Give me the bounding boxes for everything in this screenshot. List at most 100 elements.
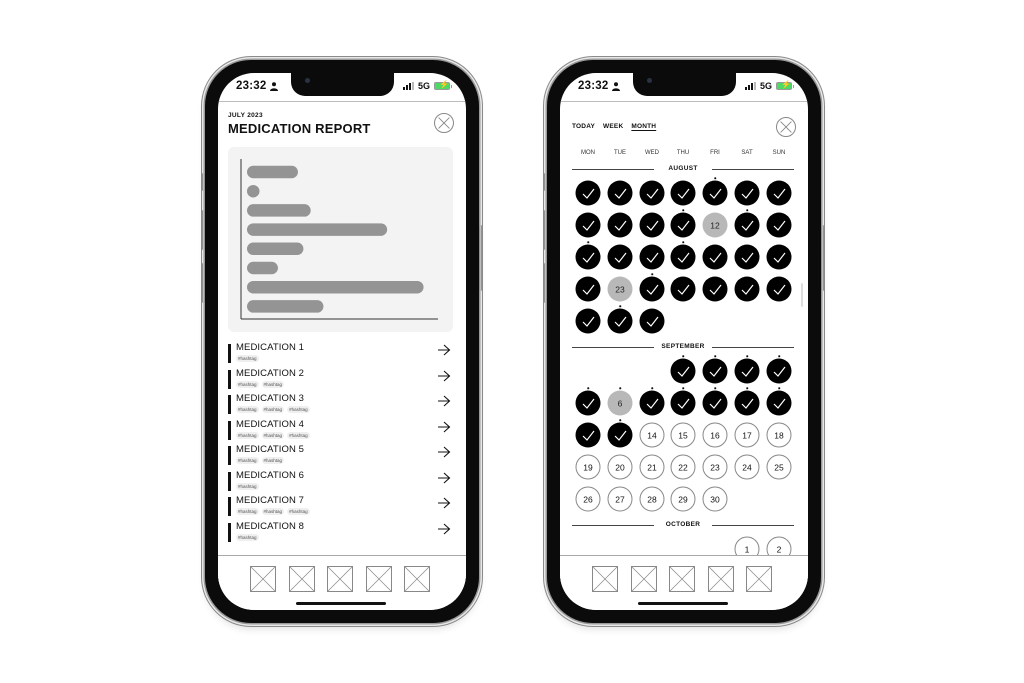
hashtag-chip[interactable]: #hashtag [261, 457, 285, 464]
tab-today[interactable]: TODAY [572, 123, 595, 130]
hashtag-chip[interactable]: #hashtag [236, 380, 259, 388]
calendar-day-done[interactable] [702, 244, 728, 270]
list-item[interactable]: MEDICATION 8 #hashtag [228, 520, 453, 546]
calendar-day-done[interactable] [734, 180, 760, 206]
calendar-day-done[interactable] [702, 358, 728, 384]
calendar-day-done[interactable] [607, 212, 633, 238]
tab-bar-item[interactable] [327, 566, 353, 592]
calendar-day-future[interactable]: 23 [702, 454, 728, 480]
calendar-day-future[interactable]: 28 [639, 486, 665, 512]
calendar-day-done[interactable] [734, 244, 760, 270]
scrollbar[interactable] [801, 283, 803, 307]
arrow-right-icon[interactable] [437, 421, 451, 433]
calendar-day-done[interactable] [734, 212, 760, 238]
hashtag-chip[interactable]: #hashtag [261, 431, 285, 439]
list-item[interactable]: MEDICATION 1 #hashtag [228, 341, 453, 367]
calendar-day-future[interactable]: 30 [702, 486, 728, 512]
tab-bar-item[interactable] [630, 566, 657, 592]
arrow-right-icon[interactable] [437, 395, 451, 407]
calendar-day-done[interactable] [575, 276, 601, 302]
calendar-day-done[interactable] [702, 276, 728, 302]
tab-bar-item[interactable] [746, 566, 772, 592]
list-item[interactable]: MEDICATION 2 #hashtag #hashtag [228, 367, 453, 393]
hashtag-chip[interactable]: #hashtag [287, 431, 310, 439]
calendar-day-future[interactable]: 14 [639, 422, 665, 448]
hashtag-chip[interactable]: #hashtag [261, 406, 285, 413]
close-button[interactable] [776, 117, 796, 137]
arrow-right-icon[interactable] [437, 523, 451, 535]
calendar-day-done[interactable] [639, 390, 665, 416]
tab-bar-item[interactable] [707, 566, 734, 592]
list-item[interactable]: MEDICATION 6 #hashtag [228, 469, 453, 495]
calendar-day-done[interactable] [734, 390, 760, 416]
hashtag-chip[interactable]: #hashtag [236, 355, 259, 362]
hashtag-chip[interactable]: #hashtag [236, 482, 259, 490]
calendar-day-done[interactable] [607, 244, 633, 270]
hashtag-chip[interactable]: #hashtag [236, 406, 259, 413]
calendar-day-future[interactable]: 16 [702, 422, 728, 448]
calendar-day-done[interactable] [670, 358, 696, 384]
home-indicator[interactable] [638, 602, 728, 605]
calendar-day-done[interactable] [575, 390, 601, 416]
list-item[interactable]: MEDICATION 3 #hashtag #hashtag #hashtag [228, 392, 453, 418]
calendar-day-done[interactable] [670, 276, 696, 302]
calendar-day-done[interactable] [734, 358, 760, 384]
calendar-day-done[interactable] [607, 422, 633, 448]
hashtag-chip[interactable]: #hashtag [287, 508, 310, 515]
tab-bar-item[interactable] [669, 566, 695, 592]
calendar-day-done[interactable] [575, 422, 601, 448]
hashtag-chip[interactable]: #hashtag [236, 508, 259, 515]
calendar-day-future[interactable]: 21 [639, 454, 665, 480]
calendar-day-missed[interactable]: 23 [607, 276, 633, 302]
calendar-day-future[interactable]: 29 [670, 486, 696, 512]
calendar-day-done[interactable] [670, 212, 696, 238]
tab-bar-item[interactable] [592, 566, 618, 592]
calendar-day-future[interactable]: 15 [670, 422, 696, 448]
list-item[interactable]: MEDICATION 7 #hashtag #hashtag #hashtag [228, 494, 453, 520]
calendar-day-future[interactable]: 24 [734, 454, 760, 480]
list-item[interactable]: MEDICATION 4 #hashtag #hashtag #hashtag [228, 418, 453, 444]
calendar-day-missed[interactable]: 12 [702, 212, 728, 238]
home-indicator[interactable] [296, 602, 386, 605]
calendar-day-done[interactable] [575, 308, 601, 334]
close-button[interactable] [434, 113, 454, 133]
calendar-day-done[interactable] [766, 180, 792, 206]
tab-bar-item[interactable] [288, 566, 315, 592]
calendar-day-future[interactable]: 22 [670, 454, 696, 480]
arrow-right-icon[interactable] [437, 472, 451, 484]
calendar-day-done[interactable] [670, 390, 696, 416]
arrow-right-icon[interactable] [437, 446, 451, 458]
calendar-day-done[interactable] [766, 276, 792, 302]
calendar-day-future[interactable]: 19 [575, 454, 601, 480]
arrow-right-icon[interactable] [437, 344, 451, 356]
calendar-day-done[interactable] [639, 212, 665, 238]
calendar-day-done[interactable] [766, 390, 792, 416]
calendar-day-missed[interactable]: 6 [607, 390, 633, 416]
tab-bar-item[interactable] [404, 566, 430, 592]
calendar-day-future[interactable]: 20 [607, 454, 633, 480]
calendar-day-done[interactable] [702, 180, 728, 206]
hashtag-chip[interactable]: #hashtag [287, 406, 310, 413]
calendar-day-done[interactable] [575, 212, 601, 238]
hashtag-chip[interactable]: #hashtag [236, 457, 259, 464]
calendar-day-done[interactable] [607, 180, 633, 206]
hashtag-chip[interactable]: #hashtag [236, 431, 259, 439]
hashtag-chip[interactable]: #hashtag [236, 533, 259, 541]
calendar-day-done[interactable] [766, 244, 792, 270]
calendar-day-done[interactable] [575, 180, 601, 206]
calendar-day-done[interactable] [670, 244, 696, 270]
hashtag-chip[interactable]: #hashtag [261, 508, 285, 515]
tab-month[interactable]: MONTH [631, 123, 656, 130]
calendar-day-done[interactable] [639, 276, 665, 302]
calendar-day-future[interactable]: 27 [607, 486, 633, 512]
calendar-day-done[interactable] [639, 244, 665, 270]
calendar-day-done[interactable] [639, 308, 665, 334]
calendar-day-done[interactable] [702, 390, 728, 416]
calendar-day-done[interactable] [639, 180, 665, 206]
calendar-day-future[interactable]: 26 [575, 486, 601, 512]
arrow-right-icon[interactable] [437, 370, 451, 382]
calendar-day-done[interactable] [575, 244, 601, 270]
tab-bar-item[interactable] [365, 566, 392, 592]
calendar-day-future[interactable]: 25 [766, 454, 792, 480]
arrow-right-icon[interactable] [437, 497, 451, 509]
